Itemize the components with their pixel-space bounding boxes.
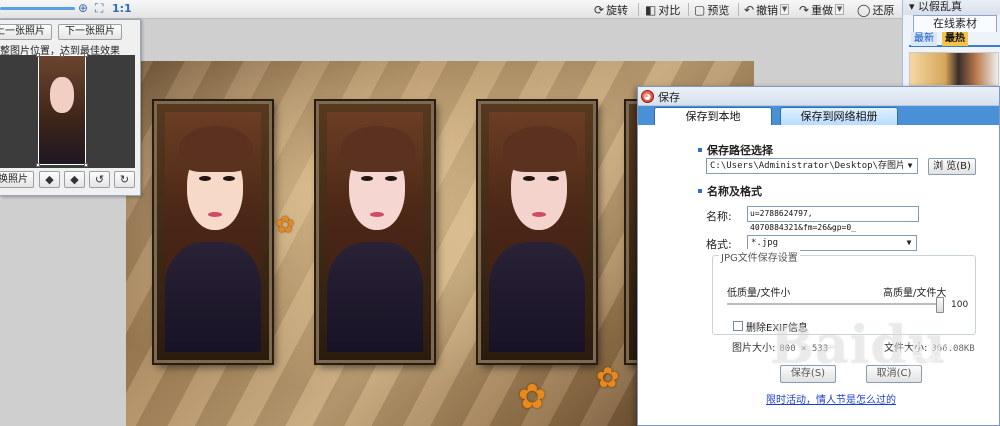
quality-low-label: 低质量/文件小 xyxy=(727,288,791,299)
zoom-slider[interactable] xyxy=(0,7,75,10)
photo-frame[interactable] xyxy=(316,101,434,363)
name-label: 名称: xyxy=(706,210,732,223)
save-path-select[interactable]: C:\Users\Administrator\Desktop\存图片 ▼ xyxy=(706,158,918,174)
rotate-right-icon[interactable]: ↻ xyxy=(114,171,135,188)
restore-label: 还原 xyxy=(872,3,895,17)
portrait-photo xyxy=(165,112,261,352)
file-name-input[interactable]: u=2788624797, 4070884321&fm=26&gp=0_ xyxy=(747,206,919,232)
format-value: *.jpg xyxy=(751,238,779,248)
redo-button[interactable]: ↷ 重做 ▼ xyxy=(799,1,845,18)
restore-icon: ◯ xyxy=(857,2,871,17)
remove-exif-label: 删除EXIF信息 xyxy=(746,323,808,334)
crop-box[interactable] xyxy=(36,53,88,167)
material-filter-row: 最新 最热 xyxy=(909,32,1000,47)
cancel-button[interactable]: 取消(C) xyxy=(866,365,922,383)
remove-exif-checkbox[interactable] xyxy=(733,321,743,331)
file-size-label: 文件大小: xyxy=(884,343,928,354)
butterfly-decoration: ✿ xyxy=(596,361,620,394)
chevron-down-icon: ▼ xyxy=(902,236,916,250)
fit-screen-icon[interactable]: ⛶ xyxy=(95,1,103,16)
replace-photo-button[interactable]: 换照片 xyxy=(0,171,34,188)
jpg-settings-group: JPG文件保存设置 低质量/文件小 高质量/文件大 100 删除EXIF信息 xyxy=(712,249,976,335)
rotate-left-icon[interactable]: ↺ xyxy=(89,171,110,188)
chevron-down-icon: ▼ xyxy=(903,159,917,173)
move-vertical-icon[interactable]: ◆ xyxy=(64,171,85,188)
save-button[interactable]: 保存(S) xyxy=(780,365,836,383)
jpg-settings-title: JPG文件保存设置 xyxy=(719,249,800,264)
preview-label: 预览 xyxy=(707,3,730,17)
compare-icon: ◧ xyxy=(645,2,657,17)
name-section-title: 名称及格式 xyxy=(698,183,762,199)
restore-button[interactable]: ◯ 还原 xyxy=(857,1,894,18)
butterfly-decoration: ✿ xyxy=(518,377,547,417)
zoom-ratio[interactable]: 1:1 xyxy=(112,2,132,15)
undo-dropdown-icon[interactable]: ▼ xyxy=(780,4,790,15)
path-section-title: 保存路径选择 xyxy=(698,142,773,158)
tab-online-material[interactable]: 在线素材 xyxy=(913,15,997,32)
tab-save-online[interactable]: 保存到网络相册 xyxy=(780,107,898,125)
prev-photo-button[interactable]: 上一张照片 xyxy=(0,24,52,40)
portrait-photo xyxy=(327,112,423,352)
rotate-button[interactable]: ⟳ 旋转 xyxy=(594,1,628,18)
photo-frame[interactable] xyxy=(478,101,596,363)
promo-link[interactable]: 限时活动，情人节是怎么过的 xyxy=(766,391,896,406)
material-thumbnail[interactable] xyxy=(909,52,999,86)
dialog-title: 保存 xyxy=(658,91,680,104)
filter-newest[interactable]: 最新 xyxy=(911,32,937,46)
quality-slider-thumb[interactable] xyxy=(936,297,944,313)
redo-dropdown-icon[interactable]: ▼ xyxy=(835,4,845,15)
app-logo-icon: ◕ xyxy=(641,90,654,103)
toolbar: ⊕ ⛶ 1:1 ⟳ 旋转 ◧ 对比 ▢ 预览 ↶ 撤销 ▼ ↷ 重做 ▼ ◯ 还原 xyxy=(0,0,905,19)
move-horizontal-icon[interactable]: ◆ xyxy=(39,171,60,188)
rotate-icon: ⟳ xyxy=(594,2,605,17)
zoom-in-icon[interactable]: ⊕ xyxy=(78,1,88,15)
save-dialog: ◕ 保存 保存到本地 保存到网络相册 保存路径选择 C:\Users\Admin… xyxy=(637,86,1000,426)
image-size-label: 图片大小: xyxy=(732,343,776,354)
browse-button[interactable]: 浏 览(B) xyxy=(928,158,976,175)
photo-navigator: 上一张照片 下一张照片 整图片位置，达到最佳效果 换照片 ◆ ◆ ↺ ↻ xyxy=(0,19,141,196)
rotate-label: 旋转 xyxy=(606,3,629,17)
quality-value: 100 xyxy=(951,300,969,310)
undo-button[interactable]: ↶ 撤销 ▼ xyxy=(744,1,790,18)
image-size-value: 800 × 533 xyxy=(779,344,829,354)
portrait-photo xyxy=(489,112,585,352)
preview-icon: ▢ xyxy=(694,2,706,17)
quality-slider[interactable] xyxy=(727,303,943,305)
file-size-info: 文件大小: 366.08KB xyxy=(884,339,975,354)
butterfly-decoration: ✿ xyxy=(276,213,295,238)
file-size-value: 366.08KB xyxy=(931,344,975,354)
compare-label: 对比 xyxy=(658,3,681,17)
tab-save-local[interactable]: 保存到本地 xyxy=(654,107,772,125)
compare-button[interactable]: ◧ 对比 xyxy=(645,1,680,18)
image-size-info: 图片大小: 800 × 533 xyxy=(732,339,828,354)
dialog-tabs: 保存到本地 保存到网络相册 xyxy=(638,106,999,125)
navigator-preview xyxy=(0,53,135,168)
next-photo-button[interactable]: 下一张照片 xyxy=(58,24,122,40)
filter-hottest[interactable]: 最热 xyxy=(942,32,968,46)
undo-icon: ↶ xyxy=(744,2,755,17)
redo-label: 重做 xyxy=(811,3,834,17)
save-path-value: C:\Users\Administrator\Desktop\存图片 xyxy=(710,161,905,171)
material-panel-heading[interactable]: ▾ 以假乱真 xyxy=(903,0,1000,15)
preview-button[interactable]: ▢ 预览 xyxy=(694,1,729,18)
dialog-titlebar[interactable]: ◕ 保存 xyxy=(638,87,999,106)
undo-label: 撤销 xyxy=(756,3,779,17)
redo-icon: ↷ xyxy=(799,2,810,17)
photo-frame[interactable] xyxy=(154,101,272,363)
